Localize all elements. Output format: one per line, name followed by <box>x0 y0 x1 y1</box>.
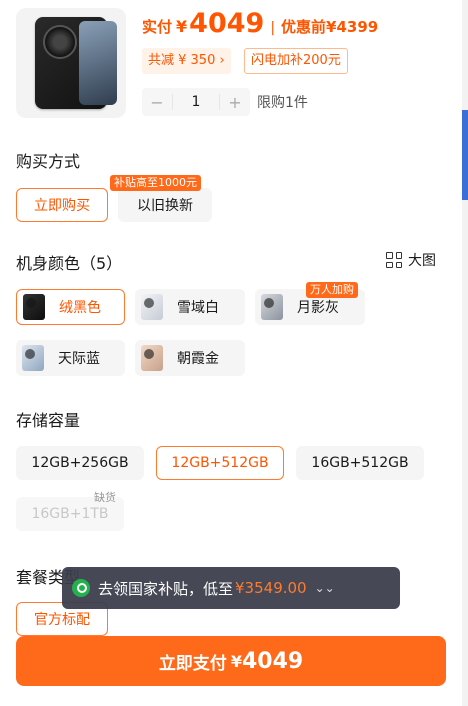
color-option-gold[interactable]: 朝霞金 <box>135 340 245 376</box>
toast-price: ¥3549.00 <box>235 579 307 597</box>
purchase-limit: 限购1件 <box>257 95 308 111</box>
color-label: 雪域白 <box>177 300 219 316</box>
price-separator: | <box>270 20 276 36</box>
option-trade-in[interactable]: 以旧换新 <box>118 188 212 222</box>
quantity-stepper[interactable]: − 1 + <box>142 88 250 116</box>
color-label: 月影灰 <box>297 300 339 316</box>
storage-option-12-512[interactable]: 12GB+512GB <box>156 446 284 480</box>
subsidy-toast[interactable]: 去领国家补贴，低至 ¥3549.00 ⌄⌄ <box>62 567 400 609</box>
product-image[interactable] <box>16 8 126 118</box>
flash-subsidy-chip: 闪电加补200元 <box>244 48 348 74</box>
pay-button-amount: 4049 <box>241 648 304 674</box>
trade-in-subsidy-tag: 补贴高至1000元 <box>110 175 201 191</box>
storage-option-16-512[interactable]: 16GB+512GB <box>296 446 424 480</box>
big-view-label: 大图 <box>408 253 436 269</box>
big-view-toggle[interactable]: 大图 <box>386 250 436 270</box>
option-buy-now[interactable]: 立即购买 <box>16 188 108 222</box>
side-edge <box>462 0 468 706</box>
color-option-blue[interactable]: 天际蓝 <box>16 340 125 376</box>
color-label: 朝霞金 <box>177 351 219 367</box>
purchase-method-title: 购买方式 <box>16 152 81 171</box>
price-row: 实付 ¥ 4049 | 优惠前 ¥4399 <box>142 8 378 40</box>
discount-chip[interactable]: 共减 ¥ 350 › <box>142 48 231 74</box>
original-price-value: ¥4399 <box>326 18 379 36</box>
toast-text: 去领国家补贴，低至 <box>98 579 234 598</box>
out-of-stock-tag: 缺货 <box>94 491 116 504</box>
popular-tag: 万人加购 <box>306 282 358 298</box>
decrement-button[interactable]: − <box>142 93 172 112</box>
price-value: 4049 <box>189 8 265 39</box>
original-price-label: 优惠前 <box>281 18 327 36</box>
storage-section-title: 存储容量 <box>16 411 81 430</box>
phone-illustration <box>35 17 117 109</box>
wechat-icon <box>72 579 90 597</box>
color-swatch <box>22 345 44 371</box>
color-option-white[interactable]: 雪域白 <box>135 289 245 325</box>
color-label: 绒黑色 <box>59 300 101 316</box>
color-swatch <box>141 294 163 320</box>
storage-option-12-256[interactable]: 12GB+256GB <box>16 446 144 480</box>
increment-button[interactable]: + <box>220 93 250 112</box>
grid-icon <box>386 252 402 268</box>
color-swatch <box>261 294 283 320</box>
side-accent <box>462 110 468 200</box>
price-label: 实付 <box>142 18 173 36</box>
chevron-down-icon: ⌄⌄ <box>314 581 335 595</box>
color-section-title: 机身颜色（5） <box>16 254 123 273</box>
color-option-black[interactable]: 绒黑色 <box>16 289 125 325</box>
quantity-value[interactable]: 1 <box>172 94 220 110</box>
pay-now-button[interactable]: 立即支付 ¥ 4049 <box>16 636 446 686</box>
color-label: 天际蓝 <box>58 351 100 367</box>
color-swatch <box>141 345 163 371</box>
price-currency: ¥ <box>176 17 188 36</box>
color-swatch <box>23 294 45 320</box>
pay-button-label: 立即支付 <box>158 653 227 674</box>
pay-button-currency: ¥ <box>230 651 242 671</box>
